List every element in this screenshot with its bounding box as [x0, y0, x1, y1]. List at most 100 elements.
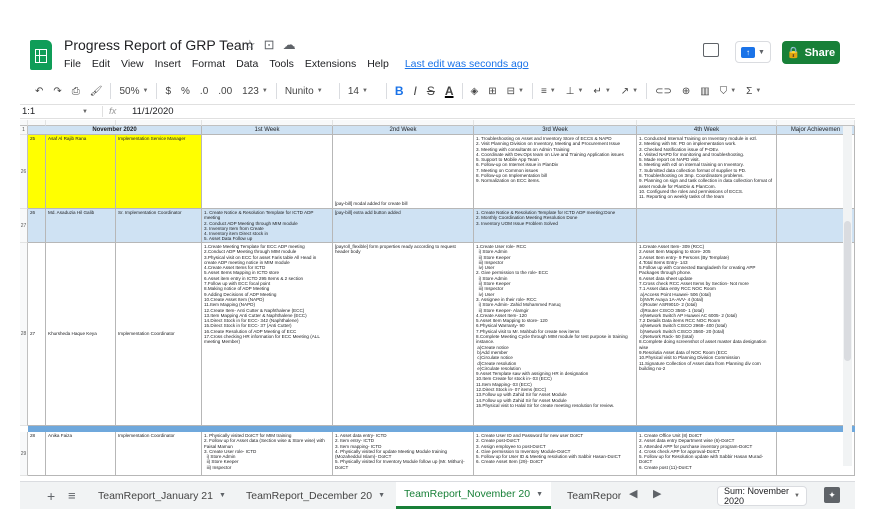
menu-view[interactable]: View [121, 58, 144, 70]
row-header-26[interactable]: 27 [20, 209, 28, 243]
insert-chart-icon[interactable]: ▥ [695, 86, 714, 97]
scroll-tabs-left-icon[interactable]: ◀ [629, 487, 637, 500]
menu-insert[interactable]: Insert [155, 58, 181, 70]
insert-comment-icon[interactable]: ⊕ [677, 86, 695, 97]
table-cell[interactable]: 28 [28, 432, 46, 476]
row-header-1[interactable]: 1 [20, 126, 28, 135]
table-cell[interactable]: [pay-bill] modal added for create bill [333, 135, 474, 209]
merge-cells-icon[interactable]: ⊟ ▼ [502, 86, 529, 97]
month-header[interactable]: November 2020 [28, 126, 202, 135]
table-cell[interactable]: 26 [28, 209, 46, 243]
scroll-tabs-right-icon[interactable]: ▶ [653, 487, 661, 500]
table-cell[interactable]: 1. Troubleshooting on Asset and Inventor… [474, 135, 637, 209]
all-sheets-icon[interactable]: ≡ [68, 488, 76, 503]
tab-november-20[interactable]: TeamReport_November 20 ▼ [396, 482, 551, 509]
explore-icon[interactable]: ✦ [824, 487, 840, 503]
table-cell[interactable]: [payroll_flexible] form properties ready… [333, 243, 474, 426]
row-header-25[interactable]: 26 [20, 135, 28, 209]
print-icon[interactable]: ⎙ [67, 86, 85, 97]
filter-icon[interactable]: ⛉ ▼ [715, 86, 741, 97]
cloud-status-icon[interactable]: ☁ [283, 37, 296, 53]
increase-decimal-button[interactable]: .00 [213, 86, 237, 97]
table-cell[interactable]: [pay-bill] extra add button added [333, 209, 474, 243]
undo-icon[interactable]: ↶ [30, 86, 48, 97]
week2-header[interactable]: 2nd Week [333, 126, 474, 135]
paint-format-icon[interactable]: 🖌 [85, 86, 108, 97]
table-cell[interactable]: 1. Create Notice & Resolution Template f… [202, 209, 333, 243]
name-box[interactable]: 1:1 [20, 106, 82, 117]
table-cell[interactable]: 27 [28, 243, 46, 426]
tab-december-20[interactable]: TeamReport_December 20 ▼ [238, 482, 393, 509]
menu-tools[interactable]: Tools [269, 58, 294, 70]
borders-icon[interactable]: ⊞ [483, 86, 501, 97]
add-sheet-icon[interactable]: + [47, 488, 55, 504]
scroll-thumb[interactable] [844, 221, 851, 361]
table-cell[interactable]: Implementation Service Manager [116, 135, 202, 209]
menu-file[interactable]: File [64, 58, 81, 70]
table-cell[interactable]: 1. Physically visited DoICT for MIM trai… [202, 432, 333, 476]
percent-format-button[interactable]: % [176, 86, 195, 97]
sheet-grid[interactable]: 1 November 2020 1st Week 2nd Week 3rd We… [20, 120, 855, 476]
table-cell[interactable]: 1.Create Meeting Template for ECC ADP me… [202, 243, 333, 426]
present-button[interactable]: ↑ ▼ [735, 41, 771, 63]
text-color-button[interactable]: A [440, 84, 459, 98]
row-header-28[interactable]: 29 [20, 432, 28, 476]
table-cell[interactable]: 1. Create Office Unit (8) DoICT 2. Asset… [637, 432, 777, 476]
redo-icon[interactable]: ↷ [48, 86, 66, 97]
star-icon[interactable]: ☆ [244, 37, 256, 53]
vertical-scrollbar[interactable] [843, 126, 852, 466]
table-cell[interactable]: 1. Create User ID and Password for new u… [474, 432, 637, 476]
currency-format-button[interactable]: $ [160, 86, 176, 97]
table-cell[interactable]: 1. Asset data entry- ICTD 2. Item entry-… [333, 432, 474, 476]
week1-header[interactable]: 1st Week [202, 126, 333, 135]
sheets-logo-icon[interactable] [30, 40, 52, 70]
table-cell[interactable]: Md. Asaduzia Hil Galib [46, 209, 116, 243]
bold-button[interactable]: B [390, 84, 409, 98]
table-cell[interactable]: 1. Conducted Internal Training on Invent… [637, 135, 777, 209]
comment-history-icon[interactable] [703, 43, 719, 57]
menu-extensions[interactable]: Extensions [305, 58, 356, 70]
week4-header[interactable]: 4th Week [637, 126, 777, 135]
more-formats-select[interactable]: 123 ▼ [237, 86, 273, 97]
table-cell[interactable]: 1. Create Notice & Resolution Template f… [474, 209, 637, 243]
table-cell[interactable]: Sr. Implementation Coordinator [116, 209, 202, 243]
table-cell[interactable]: Khursheda Haque Keya [46, 243, 116, 426]
table-cell[interactable]: 1.Create User role- RCC i) Store Admin i… [474, 243, 637, 426]
zoom-select[interactable]: 50% ▼ [114, 86, 153, 97]
table-cell[interactable]: Implementation Coordinator [116, 432, 202, 476]
decrease-decimal-button[interactable]: .0 [195, 86, 213, 97]
menu-data[interactable]: Data [236, 58, 258, 70]
italic-button[interactable]: I [408, 84, 421, 98]
table-cell[interactable]: Asaf Al Rajib Rana [46, 135, 116, 209]
menu-edit[interactable]: Edit [92, 58, 110, 70]
last-edit-link[interactable]: Last edit was seconds ago [405, 58, 529, 70]
table-cell[interactable]: 1.Create Asset Item- 309 (RCC) 2.Asset I… [637, 243, 777, 426]
functions-icon[interactable]: Σ ▼ [741, 86, 766, 97]
vertical-align-icon[interactable]: ⊥ ▼ [561, 86, 589, 97]
table-cell[interactable]: Implementation Coordinator [116, 243, 202, 426]
menu-help[interactable]: Help [367, 58, 389, 70]
font-family-select[interactable]: Nunito ▼ [280, 86, 336, 97]
text-rotation-icon[interactable]: ↗ ▼ [616, 86, 643, 97]
share-button[interactable]: 🔒 Share [782, 41, 840, 64]
table-cell[interactable] [202, 135, 333, 209]
menu-format[interactable]: Format [192, 58, 225, 70]
fill-color-icon[interactable]: ◈ [466, 86, 484, 97]
text-wrap-icon[interactable]: ↵ ▼ [588, 86, 615, 97]
week3-header[interactable]: 3rd Week [474, 126, 637, 135]
tab-january-21[interactable]: TeamReport_January 21 ▼ [90, 482, 234, 509]
font-size-select[interactable]: 14 ▼ [343, 86, 383, 97]
chevron-down-icon[interactable]: ▼ [82, 109, 102, 115]
formula-input[interactable]: 11/1/2020 [132, 106, 174, 117]
table-cell[interactable] [637, 209, 777, 243]
tab-teamreport[interactable]: TeamReport [559, 482, 621, 509]
horizontal-align-icon[interactable]: ≡ ▼ [536, 86, 561, 97]
insert-link-icon[interactable]: ⊂⊃ [650, 86, 677, 97]
table-cell[interactable]: 25 [28, 135, 46, 209]
table-cell[interactable]: Anika Faiza [46, 432, 116, 476]
move-folder-icon[interactable]: ⊡ [264, 37, 275, 53]
row-header-27[interactable]: 28 [20, 243, 28, 426]
strikethrough-button[interactable]: S [422, 84, 440, 98]
sum-indicator[interactable]: Sum: November 2020 ▼ [717, 486, 807, 506]
document-title[interactable]: Progress Report of GRP Team [64, 37, 253, 53]
